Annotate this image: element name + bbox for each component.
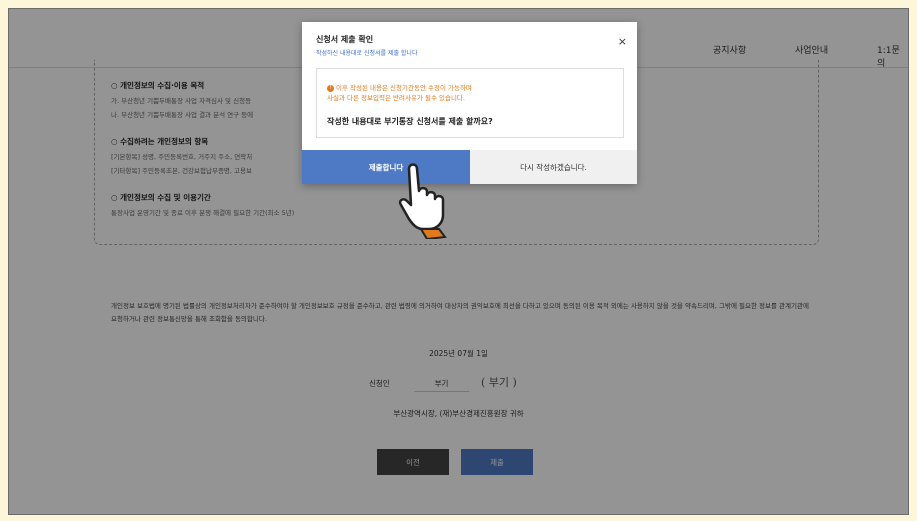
pointing-hand-icon [398, 163, 447, 239]
warning-text: ! 이후 작성된 내용은 신청기간동안 수정이 가능하며 사실과 다른 정보입력은… [327, 83, 472, 103]
modal-title: 신청서 제출 확인 [316, 35, 374, 44]
rewrite-button[interactable]: 다시 작성하겠습니다. [470, 150, 637, 184]
warning-line-1: 이후 작성된 내용은 신청기간동안 수정이 가능하며 [336, 84, 472, 92]
modal-message-box: ! 이후 작성된 내용은 신청기간동안 수정이 가능하며 사실과 다른 정보입력은… [316, 68, 624, 138]
warning-icon: ! [327, 84, 334, 92]
warning-line-2: 사실과 다른 정보입력은 반려사유가 될수 있습니다. [327, 94, 465, 102]
close-icon[interactable]: × [618, 35, 627, 48]
modal-subtitle: 작성하신 내용대로 신청서를 제출 합니다 [316, 50, 418, 57]
browser-frame: 공지사항 사업안내 1:1문의 ○ 개인정보의 수집·이용 목적 가. 부산청년… [8, 8, 909, 515]
confirm-question: 작성한 내용대로 부기통장 신청서를 제출 할까요? [327, 117, 493, 126]
